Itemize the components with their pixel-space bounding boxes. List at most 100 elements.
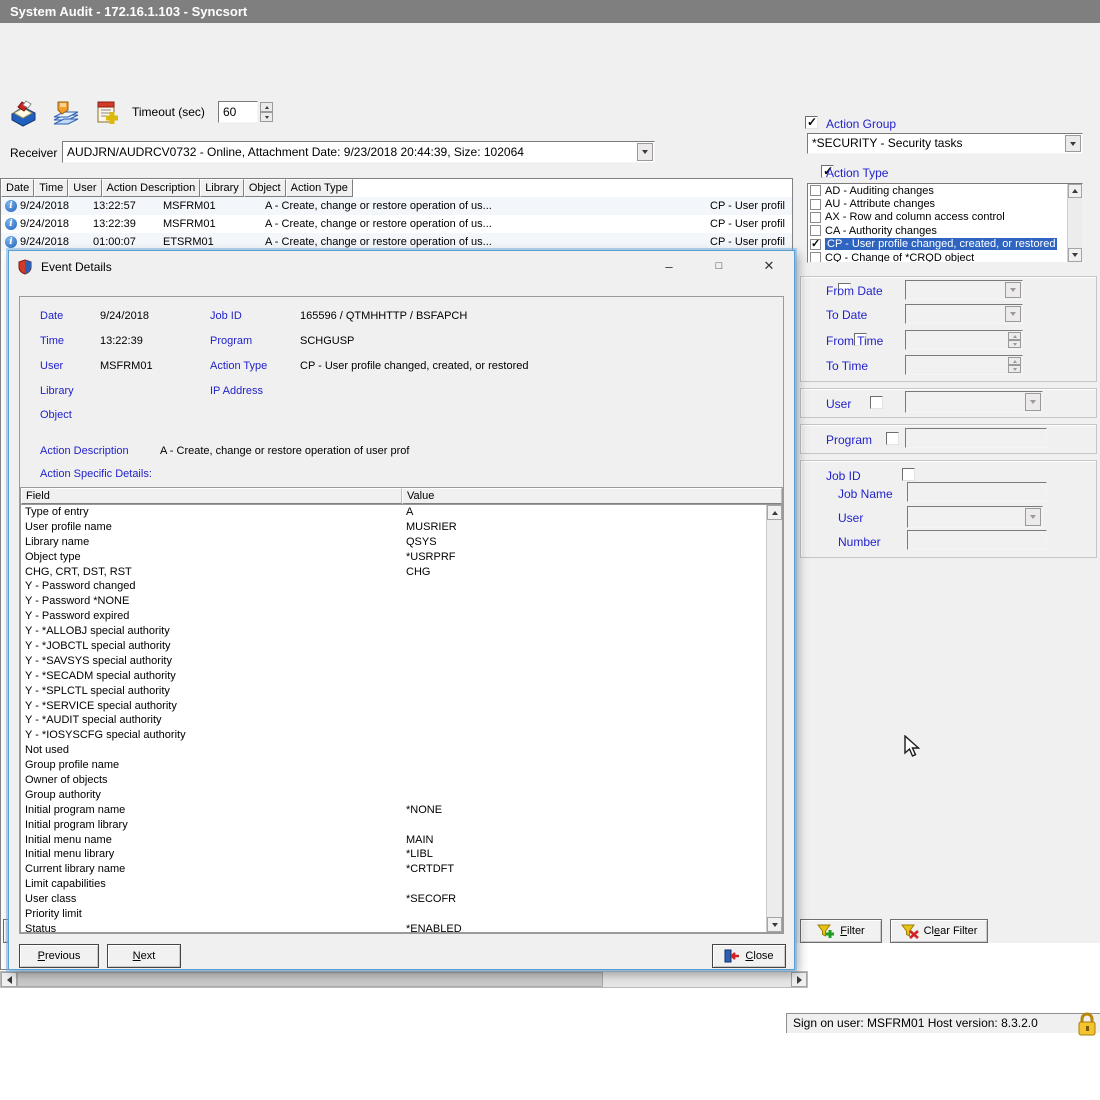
detail-row[interactable]: Y - *AUDIT special authority	[21, 713, 766, 728]
previous-button[interactable]: Previous	[19, 944, 99, 968]
detail-row[interactable]: Status *ENABLED	[21, 922, 766, 932]
action-type-option[interactable]: AD - Auditing changes	[808, 184, 1067, 197]
scroll-right-button[interactable]	[791, 972, 807, 987]
close-window-button[interactable]: ✕	[754, 255, 784, 277]
scroll-up-button[interactable]	[1068, 184, 1082, 198]
detail-row[interactable]: Limit capabilities	[21, 877, 766, 892]
user-dropdown-button[interactable]	[1025, 393, 1041, 411]
timeout-input[interactable]: 60	[218, 101, 258, 123]
detail-row[interactable]: Y - *SAVSYS special authority	[21, 654, 766, 669]
detail-row[interactable]: Y - *SPLCTL special authority	[21, 684, 766, 699]
detail-row[interactable]: Y - Password expired	[21, 609, 766, 624]
value-column-header[interactable]: Value	[402, 488, 782, 504]
add-report-icon[interactable]	[92, 98, 124, 128]
detail-row[interactable]: Not used	[21, 743, 766, 758]
detail-row[interactable]: Initial program library	[21, 818, 766, 833]
clear-filter-button[interactable]: Clear Filter	[890, 919, 988, 943]
job-user-dropdown-button[interactable]	[1025, 508, 1041, 526]
table-row[interactable]: i9/24/2018 13:22:39 MSFRM01 A - Create, …	[1, 215, 792, 233]
detail-row[interactable]: Group profile name	[21, 758, 766, 773]
timeout-down-button[interactable]	[260, 112, 273, 122]
detail-list-scrollbar[interactable]	[766, 505, 782, 932]
detail-row[interactable]: Priority limit	[21, 907, 766, 922]
table-horizontal-scrollbar[interactable]	[0, 971, 808, 988]
column-header[interactable]: Action Description	[102, 179, 201, 197]
option-checkbox[interactable]	[810, 199, 821, 210]
detail-row[interactable]: Group authority	[21, 788, 766, 803]
receiver-combobox[interactable]: AUDJRN/AUDRCV0732 - Online, Attachment D…	[62, 141, 655, 163]
close-button[interactable]: Close	[712, 944, 786, 968]
option-checkbox[interactable]	[810, 185, 821, 196]
detail-row[interactable]: Y - *IOSYSCFG special authority	[21, 728, 766, 743]
field-column-header[interactable]: Field	[21, 488, 402, 504]
job-id-checkbox[interactable]	[902, 468, 915, 481]
action-group-combobox[interactable]: *SECURITY - Security tasks	[807, 133, 1083, 154]
job-number-input[interactable]	[907, 530, 1047, 550]
user-filter-combobox[interactable]	[905, 391, 1043, 413]
detail-row[interactable]: Type of entry A	[21, 505, 766, 520]
to-date-dropdown-button[interactable]	[1005, 306, 1021, 322]
action-group-dropdown-button[interactable]	[1065, 135, 1081, 152]
program-input[interactable]	[905, 428, 1047, 448]
action-type-scrollbar[interactable]	[1067, 184, 1082, 262]
column-header[interactable]: Time	[34, 179, 68, 197]
scroll-down-button[interactable]	[1068, 248, 1082, 262]
detail-row[interactable]: Initial menu name MAIN	[21, 833, 766, 848]
column-header[interactable]: Object	[244, 179, 286, 197]
option-checkbox[interactable]	[810, 239, 821, 250]
table-row[interactable]: i9/24/2018 13:22:57 MSFRM01 A - Create, …	[1, 197, 792, 215]
detail-row[interactable]: Object type *USRPRF	[21, 550, 766, 565]
detail-row[interactable]: Y - *SECADM special authority	[21, 669, 766, 684]
column-header[interactable]: Action Type	[286, 179, 353, 197]
detail-row[interactable]: Y - *JOBCTL special authority	[21, 639, 766, 654]
next-button[interactable]: Next	[107, 944, 181, 968]
timeout-up-button[interactable]	[260, 102, 273, 112]
detail-row[interactable]: User profile name MUSRIER	[21, 520, 766, 535]
from-date-input[interactable]	[905, 280, 1023, 300]
detail-row[interactable]: Current library name *CRTDFT	[21, 862, 766, 877]
job-user-combobox[interactable]	[907, 506, 1043, 528]
detail-row[interactable]: Y - *ALLOBJ special authority	[21, 624, 766, 639]
option-checkbox[interactable]	[810, 252, 821, 263]
table-row[interactable]: i9/24/2018 01:00:07 ETSRM01 A - Create, …	[1, 233, 792, 251]
receiver-dropdown-button[interactable]	[637, 143, 653, 161]
action-type-option[interactable]: CP - User profile changed, created, or r…	[808, 238, 1067, 251]
detail-row[interactable]: Initial program name *NONE	[21, 803, 766, 818]
option-checkbox[interactable]	[810, 212, 821, 223]
action-type-option[interactable]: AU - Attribute changes	[808, 197, 1067, 210]
program-checkbox[interactable]	[886, 432, 899, 445]
action-type-option[interactable]: CQ - Change of *CRQD object	[808, 251, 1067, 263]
minimize-button[interactable]: –	[654, 255, 684, 277]
user-checkbox[interactable]	[870, 396, 883, 409]
detail-row[interactable]: Y - Password changed	[21, 579, 766, 594]
copy-stack-icon[interactable]	[50, 98, 82, 128]
detail-row[interactable]: Owner of objects	[21, 773, 766, 788]
from-date-dropdown-button[interactable]	[1005, 282, 1021, 298]
journal-icon[interactable]	[8, 98, 38, 128]
column-header[interactable]: Library	[200, 179, 244, 197]
from-time-stepper[interactable]	[1008, 332, 1021, 348]
action-group-checkbox[interactable]	[805, 116, 818, 129]
detail-row[interactable]: Y - *SERVICE special authority	[21, 699, 766, 714]
job-name-input[interactable]	[907, 482, 1047, 502]
column-header[interactable]: Date	[1, 179, 34, 197]
scroll-up-button[interactable]	[767, 505, 782, 520]
detail-row[interactable]: Y - Password *NONE	[21, 594, 766, 609]
detail-row[interactable]: CHG, CRT, DST, RST CHG	[21, 565, 766, 580]
scroll-down-button[interactable]	[767, 917, 782, 932]
to-time-input[interactable]	[905, 355, 1023, 375]
to-date-input[interactable]	[905, 304, 1023, 324]
detail-row[interactable]: Library name QSYS	[21, 535, 766, 550]
action-type-option[interactable]: CA - Authority changes	[808, 224, 1067, 237]
filter-button[interactable]: Filter	[800, 919, 882, 943]
maximize-button[interactable]: □	[704, 255, 734, 277]
detail-row[interactable]: Initial menu library *LIBL	[21, 847, 766, 862]
detail-row[interactable]: User class *SECOFR	[21, 892, 766, 907]
scroll-left-button[interactable]	[1, 972, 17, 987]
option-checkbox[interactable]	[810, 225, 821, 236]
to-time-stepper[interactable]	[1008, 357, 1021, 373]
from-time-input[interactable]	[905, 330, 1023, 350]
timeout-stepper[interactable]	[258, 101, 273, 123]
column-header[interactable]: User	[68, 179, 101, 197]
action-type-option[interactable]: AX - Row and column access control	[808, 211, 1067, 224]
